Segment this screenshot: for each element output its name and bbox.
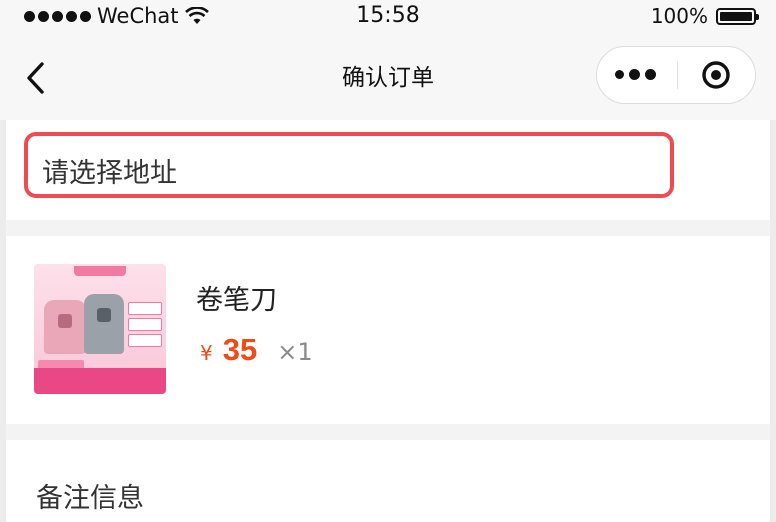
status-bar: WeChat 15:58 100%	[0, 0, 776, 34]
more-dots-icon[interactable]	[615, 65, 659, 85]
price-row: ¥ 35 ×1	[200, 332, 313, 368]
product-name: 卷笔刀	[196, 285, 277, 316]
battery-icon	[716, 7, 759, 25]
remark-card[interactable]: 备注信息	[6, 440, 770, 522]
mini-program-capsule	[596, 46, 756, 104]
product-quantity: ×1	[277, 338, 313, 366]
status-bar-right: 100%	[650, 4, 759, 28]
address-card: 请选择地址	[6, 120, 770, 220]
capsule-divider	[677, 61, 678, 89]
select-address-button[interactable]: 请选择地址	[24, 132, 674, 198]
product-price: 35	[222, 332, 258, 367]
navigation-bar: 确认订单	[0, 34, 776, 120]
remark-label: 备注信息	[36, 483, 144, 514]
battery-percent: 100%	[650, 4, 708, 28]
currency-symbol: ¥	[200, 341, 213, 365]
product-card: 卷笔刀 ¥ 35 ×1	[6, 236, 770, 424]
address-placeholder: 请选择地址	[42, 158, 177, 189]
product-thumbnail[interactable]	[34, 264, 166, 394]
target-circle-icon[interactable]	[701, 60, 731, 90]
